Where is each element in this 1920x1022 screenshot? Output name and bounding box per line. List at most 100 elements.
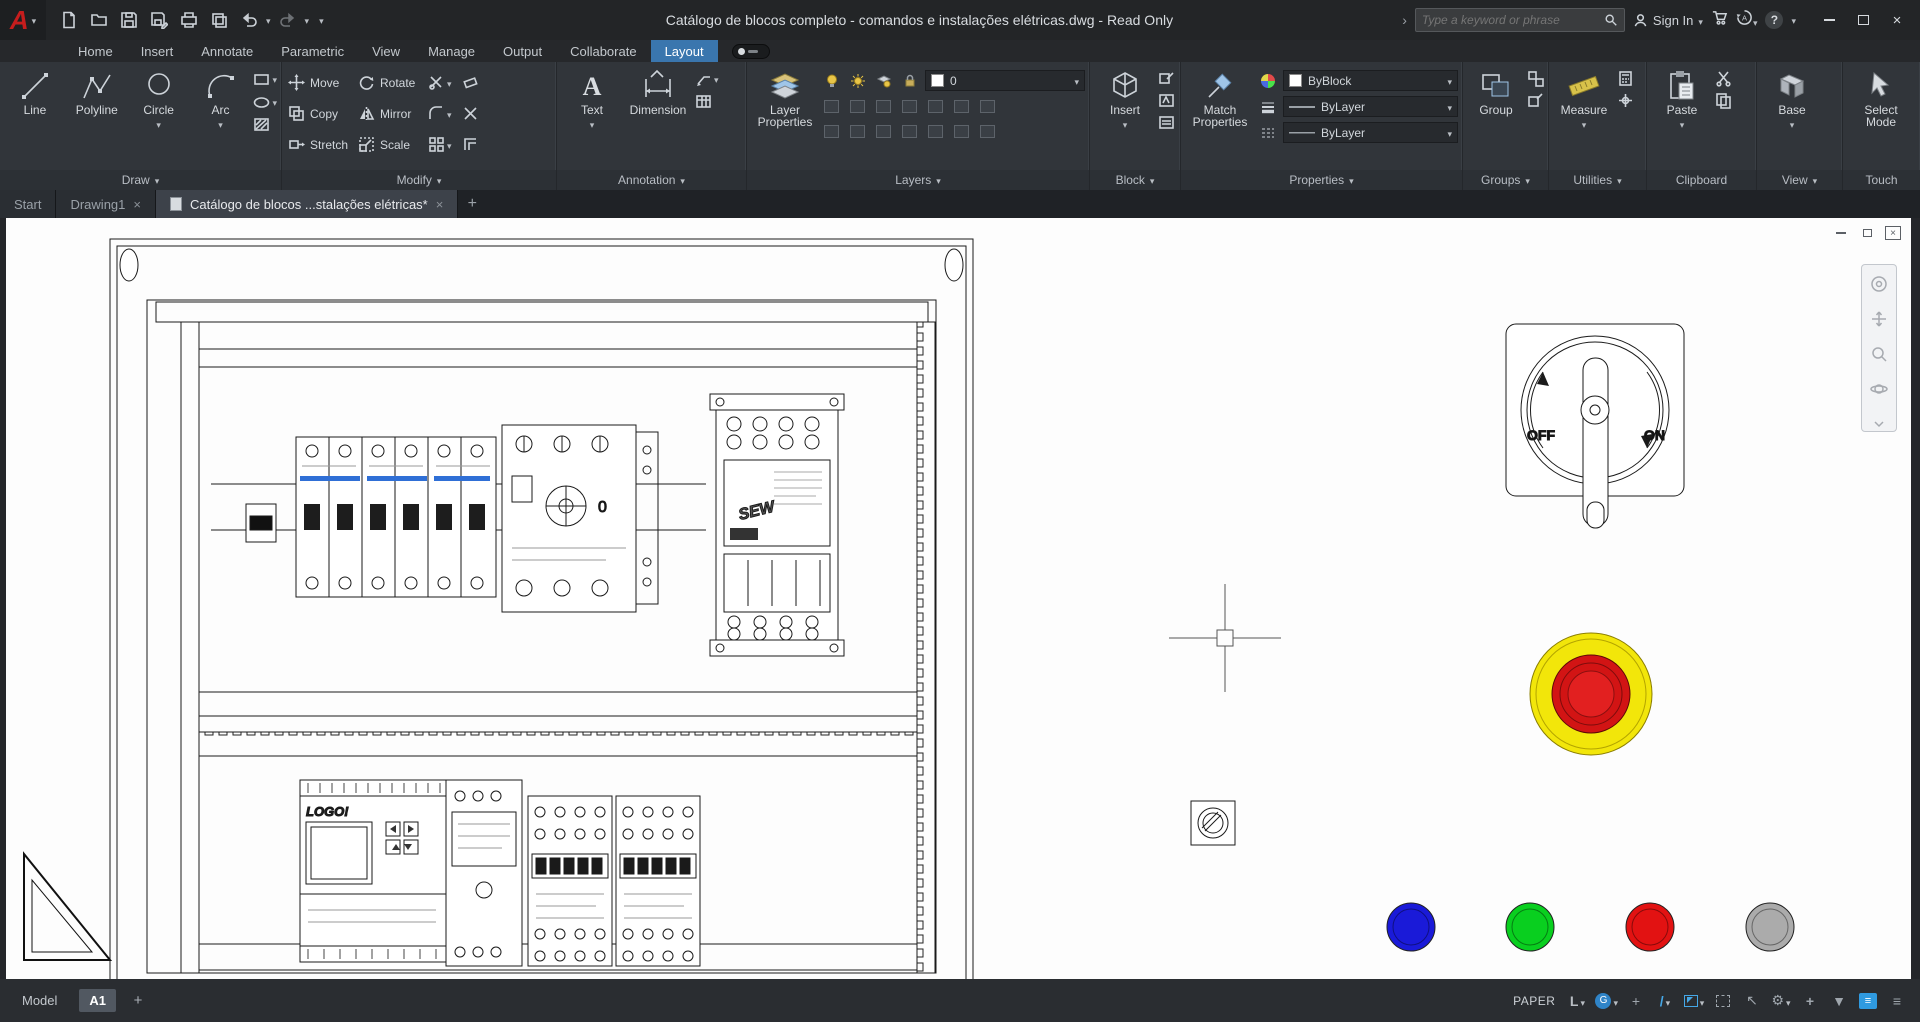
grid-display-toggle[interactable]: G [1595,989,1618,1013]
copy-clip-button[interactable] [1715,92,1732,109]
group-edit-button[interactable] [1527,92,1544,109]
layer-tool-3-button[interactable] [873,96,894,116]
insert-button[interactable]: Insert [1096,67,1154,131]
ungroup-button[interactable] [1527,70,1544,87]
tab-view[interactable]: View [358,40,414,62]
layer-tool-1-button[interactable] [821,96,842,116]
customization-menu-button[interactable]: ≡ [1886,989,1908,1013]
layer-tool-4-button[interactable] [899,96,920,116]
mirror-button[interactable]: Mirror [358,105,424,122]
stretch-button[interactable]: Stretch [288,136,354,153]
lineweight-combo[interactable]: ByLayer [1283,96,1458,117]
help-caret-icon[interactable] [1791,11,1796,29]
circle-button[interactable]: Circle [130,67,188,131]
graphics-performance-toggle[interactable]: ≡ [1857,989,1879,1013]
copy-button[interactable]: Copy [288,105,354,122]
properties-panel-label[interactable]: Properties [1181,170,1462,190]
layer-tool-2-button[interactable] [847,96,868,116]
rotate-button[interactable]: Rotate [358,74,424,91]
layer-select-combo[interactable]: 0 [925,70,1085,91]
annotation-scale-button[interactable]: + [1799,989,1821,1013]
explode-button[interactable] [462,105,488,122]
help-button[interactable]: ? [1765,11,1783,29]
match-properties-button[interactable]: Match Properties [1187,67,1253,128]
close-drawing-icon[interactable]: × [1885,226,1901,240]
app-manager-button[interactable]: A [1736,9,1758,31]
erase-button[interactable] [462,74,488,91]
layer-properties-button[interactable]: Layer Properties [753,67,817,128]
define-attribute-button[interactable] [1158,92,1175,109]
touch-panel-label[interactable]: Touch [1843,170,1920,190]
layer-off-button[interactable] [821,71,842,91]
view-panel-label[interactable]: View [1757,170,1842,190]
file-tab-start[interactable]: Start [0,190,56,218]
layer-tool-13-button[interactable] [951,121,972,141]
manage-attributes-button[interactable] [1158,114,1175,131]
pan-icon[interactable] [1870,310,1888,333]
trim-button[interactable] [428,74,458,92]
file-tab-drawing1[interactable]: Drawing1× [56,190,156,218]
ribbon-mode-button[interactable] [732,44,770,59]
block-panel-label[interactable]: Block [1090,170,1180,190]
motor-protection-switch[interactable]: 0 [502,425,658,612]
id-point-button[interactable] [1617,92,1634,109]
open-button[interactable] [86,7,112,33]
draw-panel-label[interactable]: Draw [0,170,281,190]
annotation-panel-label[interactable]: Annotation [557,170,746,190]
polyline-button[interactable]: Polyline [68,67,126,116]
linetype-list-button[interactable] [1257,123,1278,143]
undo-caret-icon[interactable] [266,11,271,29]
layer-tool-12-button[interactable] [925,121,946,141]
layer-tool-11-button[interactable] [899,121,920,141]
new-button[interactable] [56,7,82,33]
line-button[interactable]: Line [6,67,64,116]
contactor-2[interactable] [616,796,700,966]
layout-tab-a1[interactable]: A1 [79,989,116,1012]
edit-block-button[interactable] [1158,70,1175,87]
tab-layout[interactable]: Layout [651,40,718,62]
tab-annotate[interactable]: Annotate [187,40,267,62]
minimize-button[interactable] [1812,0,1846,40]
contactor-1[interactable] [528,796,612,966]
tab-collaborate[interactable]: Collaborate [556,40,651,62]
undo-button[interactable] [236,7,262,33]
rotary-switch[interactable]: OFF ON [1506,324,1684,528]
close-button[interactable]: × [1880,0,1914,40]
signin-area[interactable]: Sign In [1633,13,1703,28]
hatch-button[interactable] [253,116,277,133]
ellipse-button[interactable] [253,93,277,111]
orbit-icon[interactable] [1870,380,1888,403]
dynamic-input-toggle[interactable]: + [1625,989,1647,1013]
soft-starter[interactable]: SEW [710,394,844,656]
color-wheel-button[interactable] [1257,71,1278,91]
array-button[interactable] [428,136,458,154]
modify-panel-label[interactable]: Modify [282,170,556,190]
clipboard-panel-label[interactable]: Clipboard [1647,170,1756,190]
store-cart-button[interactable] [1711,9,1728,31]
layer-lock-button[interactable] [899,71,920,91]
model-tab[interactable]: Model [0,993,79,1008]
selection-cycling-toggle[interactable] [1712,989,1734,1013]
power-supply-module[interactable] [446,780,522,966]
rectangle-button[interactable] [253,70,277,88]
layer-tool-8-button[interactable] [821,121,842,141]
layer-tool-10-button[interactable] [873,121,894,141]
close-tab-icon[interactable]: × [436,197,444,212]
circuit-breakers[interactable] [296,437,496,597]
maximize-button[interactable] [1846,0,1880,40]
search-icon[interactable] [1604,13,1618,27]
lineweight-list-button[interactable] [1257,97,1278,117]
navigation-wheel-icon[interactable] [1870,275,1888,298]
zoom-icon[interactable] [1870,345,1888,368]
fillet-button[interactable] [428,105,458,123]
object-snap-toggle[interactable] [1683,989,1705,1013]
tab-home[interactable]: Home [64,40,127,62]
utilities-panel-label[interactable]: Utilities [1549,170,1646,190]
redo-button[interactable] [275,7,301,33]
layer-tool-14-button[interactable] [977,121,998,141]
restore-drawing-icon[interactable] [1859,226,1875,240]
save-button[interactable] [116,7,142,33]
move-button[interactable]: Move [288,74,354,91]
workspace-switching-button[interactable]: ⚙ [1770,989,1792,1013]
groups-panel-label[interactable]: Groups [1463,170,1548,190]
